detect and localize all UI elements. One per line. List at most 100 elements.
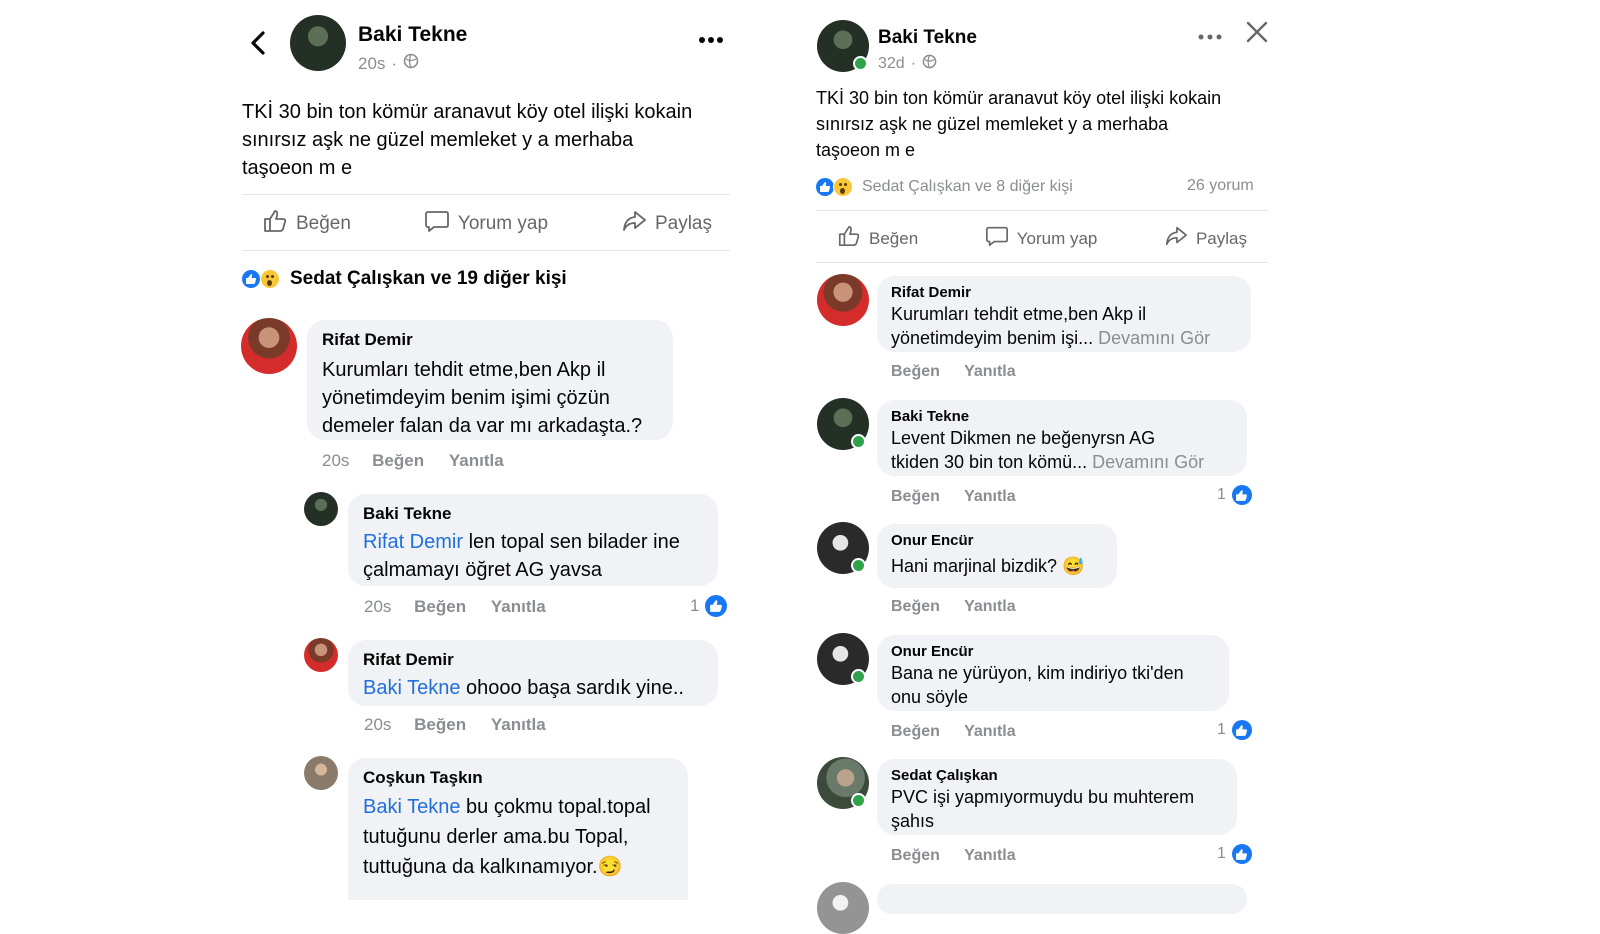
reactions-summary[interactable]: Sedat Çalışkan ve 19 diğer kişi bbox=[242, 268, 567, 290]
comment-like-button[interactable]: Beğen bbox=[891, 723, 940, 740]
like-button[interactable]: Beğen bbox=[262, 208, 351, 240]
post-text-line: sınırsız aşk ne güzel memleket y a merha… bbox=[816, 114, 1169, 134]
post-time: 20s bbox=[358, 53, 386, 73]
reactions-summary[interactable]: Sedat Çalışkan ve 8 diğer kişi bbox=[816, 177, 1073, 197]
comment-like-button[interactable]: Beğen bbox=[414, 597, 466, 616]
comment-reply-button[interactable]: Yanıtla bbox=[964, 488, 1016, 505]
commenter-name[interactable]: Sedat Çalışkan bbox=[891, 767, 998, 784]
comment-reply-button[interactable]: Yanıtla bbox=[964, 723, 1016, 740]
comment-bubble: Onur Encür Hani marjinal bizdik? 😅 bbox=[877, 524, 1117, 588]
online-indicator bbox=[851, 434, 866, 449]
comment-label: Yorum yap bbox=[1016, 228, 1098, 248]
comment-icon bbox=[424, 208, 450, 240]
like-reaction-icon bbox=[1231, 485, 1252, 505]
comment-actions: Beğen Yanıtla bbox=[891, 723, 1016, 741]
mention-link[interactable]: Baki Tekne bbox=[363, 677, 460, 699]
comment-line: tuttuğuna da kalkınamıyor.😏 bbox=[363, 856, 623, 878]
author-avatar[interactable] bbox=[290, 15, 346, 71]
commenter-name[interactable]: Baki Tekne bbox=[363, 504, 452, 524]
commenter-name[interactable]: Rifat Demir bbox=[322, 330, 413, 350]
comment-line: len topal sen bilader ine bbox=[463, 531, 680, 553]
comment-like-count: 1 bbox=[1217, 720, 1252, 740]
comment-actions: 20s Beğen Yanıtla bbox=[364, 715, 546, 735]
comment-like-count: 1 bbox=[690, 595, 728, 617]
close-icon[interactable] bbox=[1245, 20, 1269, 49]
share-icon bbox=[621, 208, 647, 240]
comment-bubble: Rifat Demir Kurumları tehdit etme,ben Ak… bbox=[307, 320, 673, 440]
comment-bubble: Sedat Çalışkan PVC işi yapmıyormuydu bu … bbox=[877, 759, 1237, 835]
reactions-text: Sedat Çalışkan ve 19 diğer kişi bbox=[290, 268, 567, 289]
commenter-avatar[interactable] bbox=[241, 318, 297, 374]
comment-time: 20s bbox=[364, 715, 392, 734]
see-more-link[interactable]: Devamını Gör bbox=[1092, 452, 1204, 472]
comment-bubble: Rifat Demir Baki Tekne ohooo başa sardık… bbox=[348, 640, 718, 706]
commenter-name[interactable]: Onur Encür bbox=[891, 643, 974, 660]
commenter-avatar[interactable] bbox=[304, 492, 338, 526]
comment-reply-button[interactable]: Yanıtla bbox=[491, 597, 546, 616]
comment-button[interactable]: Yorum yap bbox=[985, 224, 1098, 253]
share-button[interactable]: Paylaş bbox=[1164, 224, 1247, 253]
comment-like-button[interactable]: Beğen bbox=[372, 451, 424, 470]
like-label: Beğen bbox=[869, 228, 919, 248]
comment-like-button[interactable]: Beğen bbox=[891, 847, 940, 864]
comment-like-button[interactable]: Beğen bbox=[891, 488, 940, 505]
post-author-name[interactable]: Baki Tekne bbox=[878, 27, 977, 49]
like-reaction-icon bbox=[816, 178, 834, 196]
online-indicator bbox=[853, 56, 868, 71]
comment-like-count: 1 bbox=[1217, 844, 1252, 864]
more-icon[interactable] bbox=[698, 32, 724, 50]
comment-reply-button[interactable]: Yanıtla bbox=[964, 847, 1016, 864]
commenter-avatar[interactable] bbox=[304, 756, 338, 790]
commenter-name[interactable]: Rifat Demir bbox=[363, 650, 454, 670]
see-more-link[interactable]: Devamını Gör bbox=[1098, 328, 1210, 348]
back-arrow-icon[interactable] bbox=[248, 30, 268, 61]
comment-button[interactable]: Yorum yap bbox=[424, 208, 548, 240]
left-post-panel: Baki Tekne 20s · TKİ 30 bin ton kömür ara… bbox=[240, 0, 740, 900]
comment-like-button[interactable]: Beğen bbox=[891, 363, 940, 380]
post-text: TKİ 30 bin ton kömür aranavut köy otel i… bbox=[816, 85, 1281, 163]
like-label: Beğen bbox=[296, 213, 351, 234]
comment-line: demeler falan da var mı arkadaşta.? bbox=[322, 415, 643, 437]
commenter-name[interactable]: Coşkun Taşkın bbox=[363, 768, 483, 788]
commenter-avatar[interactable] bbox=[817, 274, 869, 326]
post-author-name[interactable]: Baki Tekne bbox=[358, 23, 467, 47]
commenter-name[interactable]: Rifat Demir bbox=[891, 284, 971, 301]
commenter-name[interactable]: Onur Encür bbox=[891, 532, 974, 549]
commenter-avatar[interactable] bbox=[817, 882, 869, 934]
comment-bubble: Rifat Demir Kurumları tehdit etme,ben Ak… bbox=[877, 276, 1251, 352]
comment-text: Levent Dikmen ne beğenyrsn AG tkiden 30 … bbox=[891, 426, 1204, 474]
comment-text: Hani marjinal bizdik? 😅 bbox=[891, 556, 1085, 576]
comment-icon bbox=[985, 224, 1009, 253]
thumbs-up-icon bbox=[262, 208, 288, 240]
like-reaction-icon bbox=[1231, 720, 1252, 740]
comment-like-button[interactable]: Beğen bbox=[414, 715, 466, 734]
comment-reply-button[interactable]: Yanıtla bbox=[449, 451, 504, 470]
share-button[interactable]: Paylaş bbox=[621, 208, 712, 240]
comment-text: Kurumları tehdit etme,ben Akp il yönetim… bbox=[322, 356, 642, 440]
wow-reaction-icon bbox=[260, 269, 280, 289]
commenter-name[interactable]: Baki Tekne bbox=[891, 408, 969, 425]
comment-like-button[interactable]: Beğen bbox=[891, 598, 940, 615]
commenter-avatar[interactable] bbox=[304, 638, 338, 672]
like-reaction-icon bbox=[242, 270, 260, 288]
post-action-bar: Beğen Yorum yap Paylaş bbox=[837, 224, 1247, 253]
comment-text: Kurumları tehdit etme,ben Akp il yönetim… bbox=[891, 302, 1210, 350]
mention-link[interactable]: Rifat Demir bbox=[363, 531, 463, 553]
like-button[interactable]: Beğen bbox=[837, 224, 918, 253]
comment-bubble: Onur Encür Bana ne yürüyon, kim indiriyo… bbox=[877, 635, 1229, 711]
comment-reply-button[interactable]: Yanıtla bbox=[964, 598, 1016, 615]
mention-link[interactable]: Baki Tekne bbox=[363, 796, 460, 818]
post-text-line: taşoeon m e bbox=[242, 157, 353, 179]
comment-actions: Beğen Yanıtla bbox=[891, 598, 1016, 616]
comment-text: Rifat Demir len topal sen bilader ine ça… bbox=[363, 528, 680, 584]
comment-line: çalmamayı öğret AG yavsa bbox=[363, 559, 602, 581]
comment-text: Baki Tekne ohooo başa sardık yine.. bbox=[363, 674, 684, 702]
wow-reaction-icon bbox=[833, 177, 853, 197]
share-icon bbox=[1164, 224, 1188, 253]
comment-count[interactable]: 26 yorum bbox=[1187, 177, 1254, 195]
divider bbox=[242, 194, 730, 195]
comment-reply-button[interactable]: Yanıtla bbox=[491, 715, 546, 734]
more-icon[interactable] bbox=[1198, 28, 1222, 46]
post-text-line: sınırsız aşk ne güzel memleket y a merha… bbox=[242, 129, 634, 151]
comment-reply-button[interactable]: Yanıtla bbox=[964, 363, 1016, 380]
